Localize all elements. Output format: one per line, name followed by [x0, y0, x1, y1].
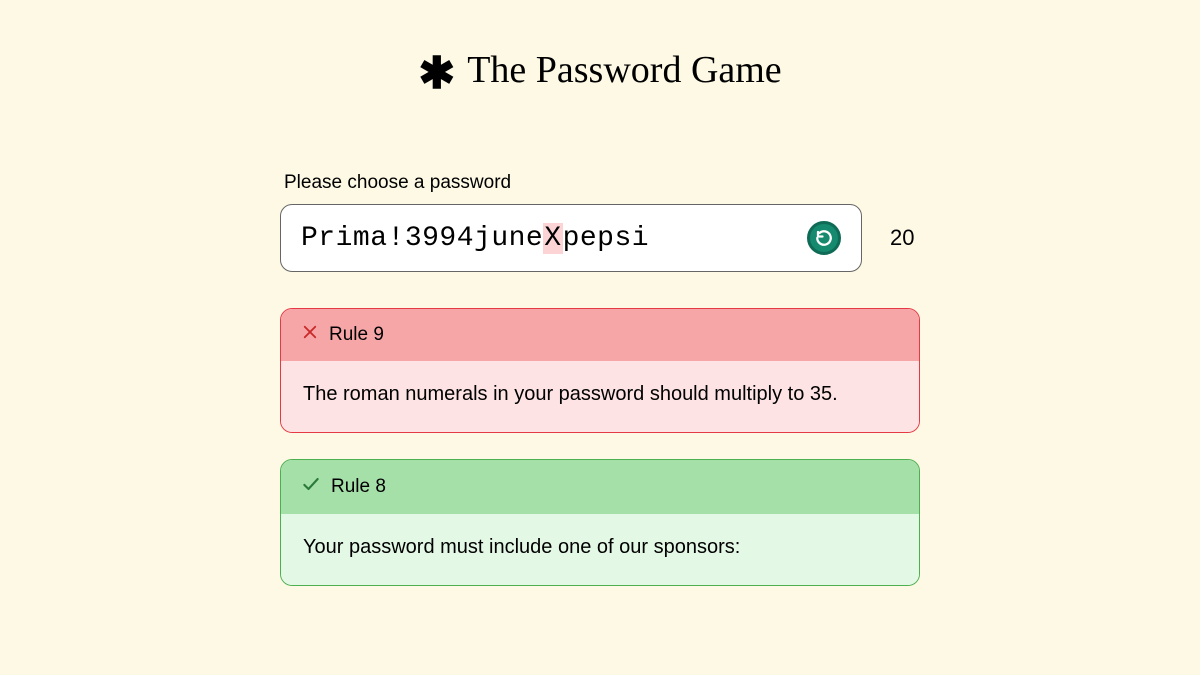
refresh-icon[interactable] [807, 221, 841, 255]
rule-text: The roman numerals in your password shou… [281, 361, 919, 432]
rules-list: Rule 9 The roman numerals in your passwor… [280, 308, 920, 586]
password-value: Prima!3994juneXpepsi [301, 223, 649, 254]
rule-header: Rule 8 [281, 460, 919, 514]
char-count: 20 [890, 225, 920, 251]
password-input[interactable]: Prima!3994juneXpepsi [280, 204, 862, 272]
x-icon [301, 323, 319, 347]
rule-card: Rule 9 The roman numerals in your passwor… [280, 308, 920, 433]
rule-header: Rule 9 [281, 309, 919, 361]
asterisk-icon: ✱ [418, 52, 455, 96]
prompt-label: Please choose a password [284, 172, 920, 194]
rule-label: Rule 8 [331, 476, 386, 498]
rule-label: Rule 9 [329, 324, 384, 346]
rule-card: Rule 8 Your password must include one of … [280, 459, 920, 586]
password-input-row: Prima!3994juneXpepsi 20 [280, 204, 920, 272]
page-title: ✱ The Password Game [280, 48, 920, 92]
rule-text: Your password must include one of our sp… [281, 514, 919, 585]
check-icon [301, 474, 321, 500]
title-text: The Password Game [467, 48, 781, 92]
